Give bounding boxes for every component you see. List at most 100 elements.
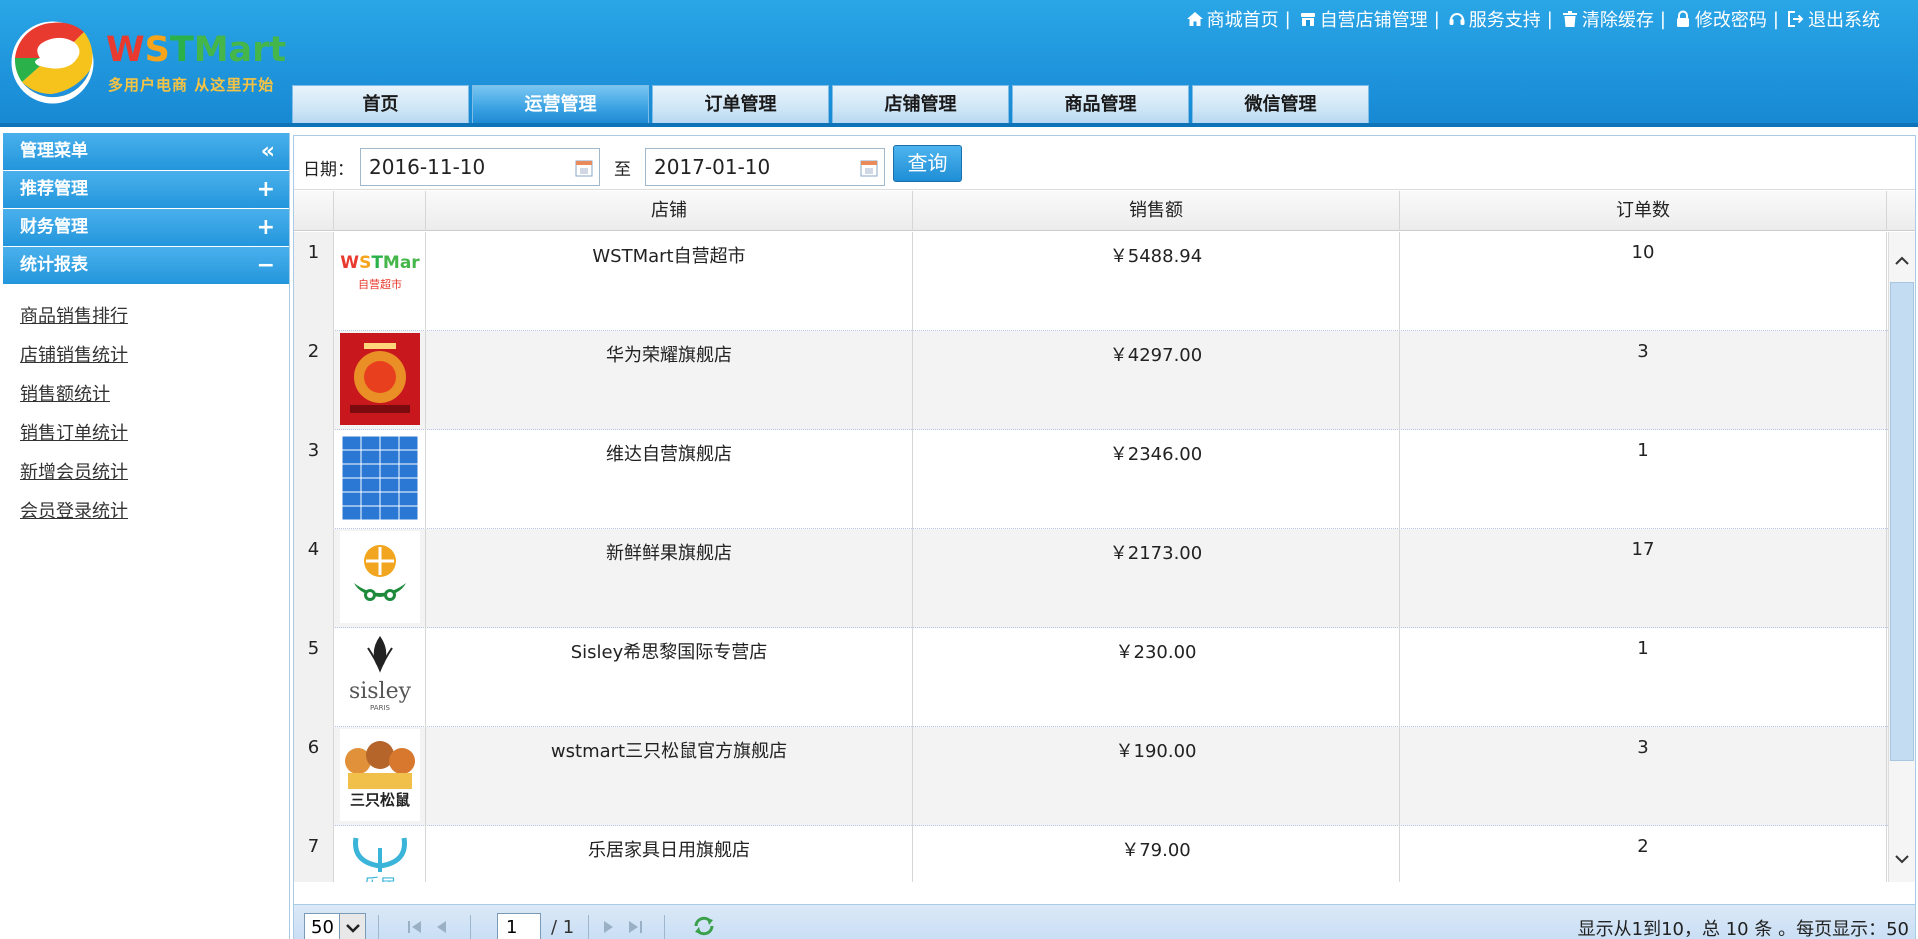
header-shop[interactable]: 店铺 (426, 191, 913, 231)
tab-shops[interactable]: 店铺管理 (832, 85, 1009, 123)
table-body: 1 WSTMar 自营超市 WSTMart自营超市 ￥5488.94 10 2 (294, 232, 1915, 882)
app-root: WSTMart 多用户电商 从这里开始 商城首页 | 自营店铺管理 | 服务支持 | … (0, 0, 1918, 939)
wstmart-sub: 自营超市 (358, 277, 402, 291)
table-row[interactable]: 4 新鲜鲜果旗舰店 ￥2173.00 17 (294, 529, 1888, 628)
header-sales[interactable]: 销售额 (913, 191, 1400, 231)
table-row[interactable]: 5 sisley PARIS Sisley希思黎国际专营店 ￥230.00 1 (294, 628, 1888, 727)
query-button[interactable]: 查询 (893, 145, 962, 182)
last-page-icon[interactable] (626, 919, 644, 935)
wstmart-logo-icon (11, 21, 94, 104)
logo[interactable]: WSTMart 多用户电商 从这里开始 (10, 20, 300, 110)
sidebar-title-label: 管理菜单 (20, 141, 88, 161)
order-count: 17 (1400, 529, 1887, 628)
pagination-bar: 50 1 / 1 显示从1到10，总 10 条 。每页显示：50 (294, 904, 1915, 939)
shop-name: Sisley希思黎国际专营店 (426, 628, 913, 727)
table-row[interactable]: 2 华为荣耀旗舰店 ￥4297.00 3 (294, 331, 1888, 430)
top-link-clear-cache[interactable]: 清除缓存 | (1561, 6, 1674, 32)
top-link-change-password[interactable]: 修改密码 | (1674, 6, 1787, 32)
top-link-self-store[interactable]: 自营店铺管理 | (1299, 6, 1448, 32)
main-panel: 日期： 2016-11-10 至 2017-01-10 查询 店铺 销售额 订单… (293, 135, 1916, 939)
shop-logo-cell: 乐居 (334, 826, 426, 882)
sidebar-group-label: 推荐管理 (20, 179, 88, 199)
table-row[interactable]: 3 维达自营旗舰店 ￥2346.00 1 (294, 430, 1888, 529)
first-page-icon[interactable] (406, 919, 424, 935)
sidebar-group-recommend[interactable]: 推荐管理 + (3, 171, 289, 208)
sidebar-link-new-member-stats[interactable]: 新增会员统计 (20, 453, 289, 492)
row-number: 7 (294, 826, 334, 882)
page-size-select[interactable]: 50 (304, 913, 366, 939)
top-link-logout[interactable]: 退出系统 (1787, 6, 1880, 32)
next-page-icon[interactable] (600, 919, 618, 935)
wstmart-logo-icon: WSTMar 自营超市 (340, 234, 420, 326)
top-link-separator: | (1284, 8, 1291, 30)
tab-operations[interactable]: 运营管理 (472, 85, 649, 123)
pager-divider (588, 915, 589, 939)
shop-logo-cell (334, 331, 426, 430)
row-number: 5 (294, 628, 334, 727)
tab-orders[interactable]: 订单管理 (652, 85, 829, 123)
top-link-label: 商城首页 (1206, 10, 1279, 31)
header-bar: WSTMart 多用户电商 从这里开始 商城首页 | 自营店铺管理 | 服务支持 | … (0, 0, 1918, 127)
tab-products[interactable]: 商品管理 (1012, 85, 1189, 123)
calendar-icon[interactable] (860, 159, 878, 177)
top-link-service-support[interactable]: 服务支持 | (1448, 6, 1561, 32)
top-link-label: 自营店铺管理 (1319, 10, 1428, 31)
shop-logo-cell: WSTMar 自营超市 (334, 232, 426, 331)
table-row[interactable]: 7 乐居 乐居家具日用旗舰店 ￥79.00 2 (294, 826, 1888, 882)
header-orders[interactable]: 订单数 (1400, 191, 1887, 231)
page-number-input[interactable]: 1 (497, 913, 541, 939)
sales-amount: ￥230.00 (913, 628, 1400, 727)
svg-text:WSTMar: WSTMar (340, 253, 420, 273)
sales-amount: ￥4297.00 (913, 331, 1400, 430)
top-link-label: 修改密码 (1694, 10, 1767, 31)
scroll-up-icon[interactable] (1893, 252, 1911, 270)
tab-wechat[interactable]: 微信管理 (1192, 85, 1369, 123)
pager-divider (470, 915, 471, 939)
top-link-mall-home[interactable]: 商城首页 | (1186, 6, 1299, 32)
end-date-input[interactable]: 2017-01-10 (645, 148, 885, 186)
table-row[interactable]: 1 WSTMar 自营超市 WSTMart自营超市 ￥5488.94 10 (294, 232, 1888, 331)
prev-page-icon[interactable] (432, 919, 450, 935)
sidebar-report-links: 商品销售排行 店铺销售统计 销售额统计 销售订单统计 新增会员统计 会员登录统计 (3, 285, 289, 531)
order-count: 3 (1400, 331, 1887, 430)
logo-letter-w: W (106, 30, 145, 70)
shop-name: wstmart三只松鼠官方旗舰店 (426, 727, 913, 826)
refresh-icon[interactable] (692, 915, 716, 937)
chevron-down-icon[interactable] (339, 914, 365, 939)
expand-icon: + (256, 215, 275, 240)
tab-home[interactable]: 首页 (292, 85, 469, 123)
table-row[interactable]: 6 三只松鼠 wstmart三只松鼠官方旗舰店 ￥190.00 3 (294, 727, 1888, 826)
svg-text:乐居: 乐居 (364, 875, 396, 882)
sidebar-link-sales-order-stats[interactable]: 销售订单统计 (20, 414, 289, 453)
store-icon (1300, 13, 1315, 26)
shop-name: 乐居家具日用旗舰店 (426, 826, 913, 882)
row-number: 1 (294, 232, 334, 331)
shop-logo-cell (334, 430, 426, 529)
main-nav-tabs: 首页 运营管理 订单管理 店铺管理 商品管理 微信管理 (292, 85, 1372, 123)
scroll-thumb[interactable] (1890, 282, 1914, 761)
sidebar-link-shop-sales-stats[interactable]: 店铺销售统计 (20, 336, 289, 375)
top-link-label: 服务支持 (1468, 10, 1541, 31)
pager-divider (664, 915, 665, 939)
shop-logo-cell (334, 529, 426, 628)
shop-logo-cell: sisley PARIS (334, 628, 426, 727)
date-label: 日期： (303, 160, 354, 180)
calendar-icon[interactable] (575, 159, 593, 177)
trash-icon (1562, 11, 1577, 27)
scroll-down-icon[interactable] (1893, 850, 1911, 868)
top-links: 商城首页 | 自营店铺管理 | 服务支持 | 清除缓存 | 修改密码 | 退出系统 (1186, 6, 1880, 32)
sidebar-title[interactable]: 管理菜单 « (3, 133, 289, 170)
sidebar: 管理菜单 « 推荐管理 + 财务管理 + 统计报表 − 商品销售排行 店铺销售统… (3, 133, 290, 939)
shop-name: 华为荣耀旗舰店 (426, 331, 913, 430)
collapse-sidebar-icon[interactable]: « (261, 133, 275, 170)
sidebar-group-reports[interactable]: 统计报表 − (3, 247, 289, 284)
vertical-scrollbar[interactable] (1888, 232, 1915, 882)
start-date-input[interactable]: 2016-11-10 (360, 148, 600, 186)
sidebar-link-sales-amount-stats[interactable]: 销售额统计 (20, 375, 289, 414)
sidebar-link-product-sales-rank[interactable]: 商品销售排行 (20, 297, 289, 336)
sidebar-link-member-login-stats[interactable]: 会员登录统计 (20, 492, 289, 531)
sales-amount: ￥190.00 (913, 727, 1400, 826)
row-number: 2 (294, 331, 334, 430)
sidebar-group-finance[interactable]: 财务管理 + (3, 209, 289, 246)
honor-poster-icon (340, 333, 420, 425)
